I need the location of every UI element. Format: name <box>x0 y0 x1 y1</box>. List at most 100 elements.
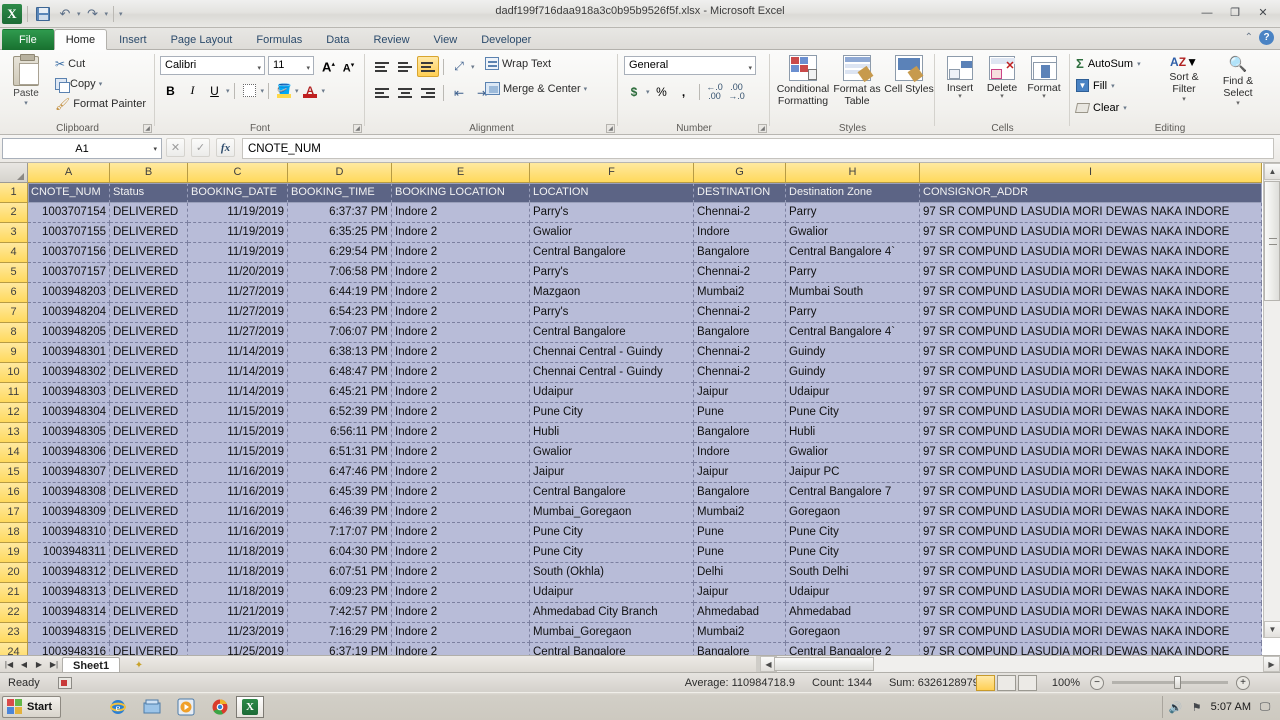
cell-I4[interactable]: 97 SR COMPUND LASUDIA MORI DEWAS NAKA IN… <box>920 243 1262 263</box>
cell-B16[interactable]: DELIVERED <box>110 483 188 503</box>
zoom-out-button[interactable]: − <box>1090 675 1104 690</box>
decrease-font-size-button[interactable]: A▾ <box>339 56 358 75</box>
cell-styles-button[interactable]: Cell Styles <box>878 55 940 95</box>
cell-H21[interactable]: Udaipur <box>786 583 920 603</box>
cell-C23[interactable]: 11/23/2019 <box>188 623 288 643</box>
cell-H17[interactable]: Goregaon <box>786 503 920 523</box>
cell-A21[interactable]: 1003948313 <box>28 583 110 603</box>
horizontal-scroll-thumb[interactable] <box>774 657 874 671</box>
zoom-track[interactable] <box>1112 676 1228 689</box>
sort-filter-dropdown-icon[interactable]: ▾ <box>1182 95 1186 103</box>
collapse-ribbon-icon[interactable]: ⌃ <box>1245 32 1253 43</box>
cell-B18[interactable]: DELIVERED <box>110 523 188 543</box>
cell-E15[interactable]: Indore 2 <box>392 463 530 483</box>
vertical-scrollbar[interactable]: ▲ ▼ <box>1263 163 1280 638</box>
tab-formulas[interactable]: Formulas <box>244 29 314 50</box>
cell-D16[interactable]: 6:45:39 PM <box>288 483 392 503</box>
font-family-input[interactable]: Calibri ▾ <box>160 56 265 75</box>
column-header-C[interactable]: C <box>188 163 288 183</box>
cell-C6[interactable]: 11/27/2019 <box>188 283 288 303</box>
currency-dropdown-icon[interactable]: ▾ <box>646 88 650 96</box>
cell-I22[interactable]: 97 SR COMPUND LASUDIA MORI DEWAS NAKA IN… <box>920 603 1262 623</box>
cell-B14[interactable]: DELIVERED <box>110 443 188 463</box>
delete-dropdown-icon[interactable]: ▾ <box>1000 93 1004 100</box>
cell-C15[interactable]: 11/16/2019 <box>188 463 288 483</box>
cell-F12[interactable]: Pune City <box>530 403 694 423</box>
header-cell-G[interactable]: DESTINATION <box>694 183 786 203</box>
insert-dropdown-icon[interactable]: ▾ <box>958 93 962 100</box>
cell-D17[interactable]: 6:46:39 PM <box>288 503 392 523</box>
cell-A20[interactable]: 1003948312 <box>28 563 110 583</box>
cell-H5[interactable]: Parry <box>786 263 920 283</box>
chrome-icon[interactable] <box>210 697 230 717</box>
cell-H8[interactable]: Central Bangalore 4` <box>786 323 920 343</box>
cell-B7[interactable]: DELIVERED <box>110 303 188 323</box>
column-header-E[interactable]: E <box>392 163 530 183</box>
insert-cells-button[interactable]: Insert ▾ <box>939 56 981 100</box>
zoom-level[interactable]: 100% <box>1052 677 1080 689</box>
cell-C22[interactable]: 11/21/2019 <box>188 603 288 623</box>
cell-F2[interactable]: Parry's <box>530 203 694 223</box>
cell-G5[interactable]: Chennai-2 <box>694 263 786 283</box>
underline-button[interactable]: U <box>204 80 225 101</box>
cell-I14[interactable]: 97 SR COMPUND LASUDIA MORI DEWAS NAKA IN… <box>920 443 1262 463</box>
row-header-2[interactable]: 2 <box>0 203 28 223</box>
fill-color-dropdown-icon[interactable]: ▾ <box>295 87 299 95</box>
increase-font-size-button[interactable]: A▴ <box>319 56 338 75</box>
cell-A4[interactable]: 1003707156 <box>28 243 110 263</box>
network-icon[interactable]: ⚑ <box>1190 700 1204 714</box>
page-layout-view-button[interactable] <box>997 674 1016 691</box>
help-icon[interactable]: ? <box>1259 30 1274 45</box>
font-size-input[interactable]: 11 ▾ <box>268 56 314 75</box>
column-header-G[interactable]: G <box>694 163 786 183</box>
cell-B11[interactable]: DELIVERED <box>110 383 188 403</box>
first-sheet-button[interactable]: |◀ <box>2 658 16 671</box>
cell-F4[interactable]: Central Bangalore <box>530 243 694 263</box>
cell-B12[interactable]: DELIVERED <box>110 403 188 423</box>
cell-H13[interactable]: Hubli <box>786 423 920 443</box>
clock[interactable]: 5:07 AM <box>1211 701 1251 713</box>
cell-H7[interactable]: Parry <box>786 303 920 323</box>
cell-A6[interactable]: 1003948203 <box>28 283 110 303</box>
cell-F8[interactable]: Central Bangalore <box>530 323 694 343</box>
select-all-button[interactable] <box>0 163 28 183</box>
header-cell-D[interactable]: BOOKING_TIME <box>288 183 392 203</box>
cell-B15[interactable]: DELIVERED <box>110 463 188 483</box>
cell-B8[interactable]: DELIVERED <box>110 323 188 343</box>
cell-G12[interactable]: Pune <box>694 403 786 423</box>
cell-A8[interactable]: 1003948205 <box>28 323 110 343</box>
merge-dropdown-icon[interactable]: ▾ <box>584 85 588 93</box>
font-color-button[interactable]: A <box>300 80 321 101</box>
scroll-up-icon[interactable]: ▲ <box>1264 163 1280 180</box>
cell-G21[interactable]: Jaipur <box>694 583 786 603</box>
header-cell-C[interactable]: BOOKING_DATE <box>188 183 288 203</box>
restore-button[interactable]: ❐ <box>1222 4 1248 21</box>
cell-H23[interactable]: Goregaon <box>786 623 920 643</box>
cell-I2[interactable]: 97 SR COMPUND LASUDIA MORI DEWAS NAKA IN… <box>920 203 1262 223</box>
borders-button[interactable] <box>239 80 260 101</box>
row-header-7[interactable]: 7 <box>0 303 28 323</box>
column-header-F[interactable]: F <box>530 163 694 183</box>
cell-H19[interactable]: Pune City <box>786 543 920 563</box>
cell-H4[interactable]: Central Bangalore 4` <box>786 243 920 263</box>
row-header-18[interactable]: 18 <box>0 523 28 543</box>
cell-D18[interactable]: 7:17:07 PM <box>288 523 392 543</box>
decrease-decimal-button[interactable]: .00 →.0 <box>727 81 747 102</box>
zoom-slider[interactable]: − + <box>1090 675 1250 691</box>
find-select-button[interactable]: 🔍 Find & Select ▾ <box>1212 55 1264 107</box>
prev-sheet-button[interactable]: ◀ <box>17 658 31 671</box>
align-right-button[interactable] <box>417 82 439 103</box>
bold-button[interactable]: B <box>160 80 181 101</box>
tab-developer[interactable]: Developer <box>469 29 543 50</box>
increase-decimal-button[interactable]: ←.0.00 <box>705 81 725 102</box>
cell-A23[interactable]: 1003948315 <box>28 623 110 643</box>
cell-F6[interactable]: Mazgaon <box>530 283 694 303</box>
cell-I11[interactable]: 97 SR COMPUND LASUDIA MORI DEWAS NAKA IN… <box>920 383 1262 403</box>
cell-H16[interactable]: Central Bangalore 7 <box>786 483 920 503</box>
cell-D3[interactable]: 6:35:25 PM <box>288 223 392 243</box>
paste-dropdown-icon[interactable]: ▾ <box>24 99 28 107</box>
media-player-icon[interactable] <box>176 697 196 717</box>
cell-C14[interactable]: 11/15/2019 <box>188 443 288 463</box>
cell-I9[interactable]: 97 SR COMPUND LASUDIA MORI DEWAS NAKA IN… <box>920 343 1262 363</box>
cell-E14[interactable]: Indore 2 <box>392 443 530 463</box>
